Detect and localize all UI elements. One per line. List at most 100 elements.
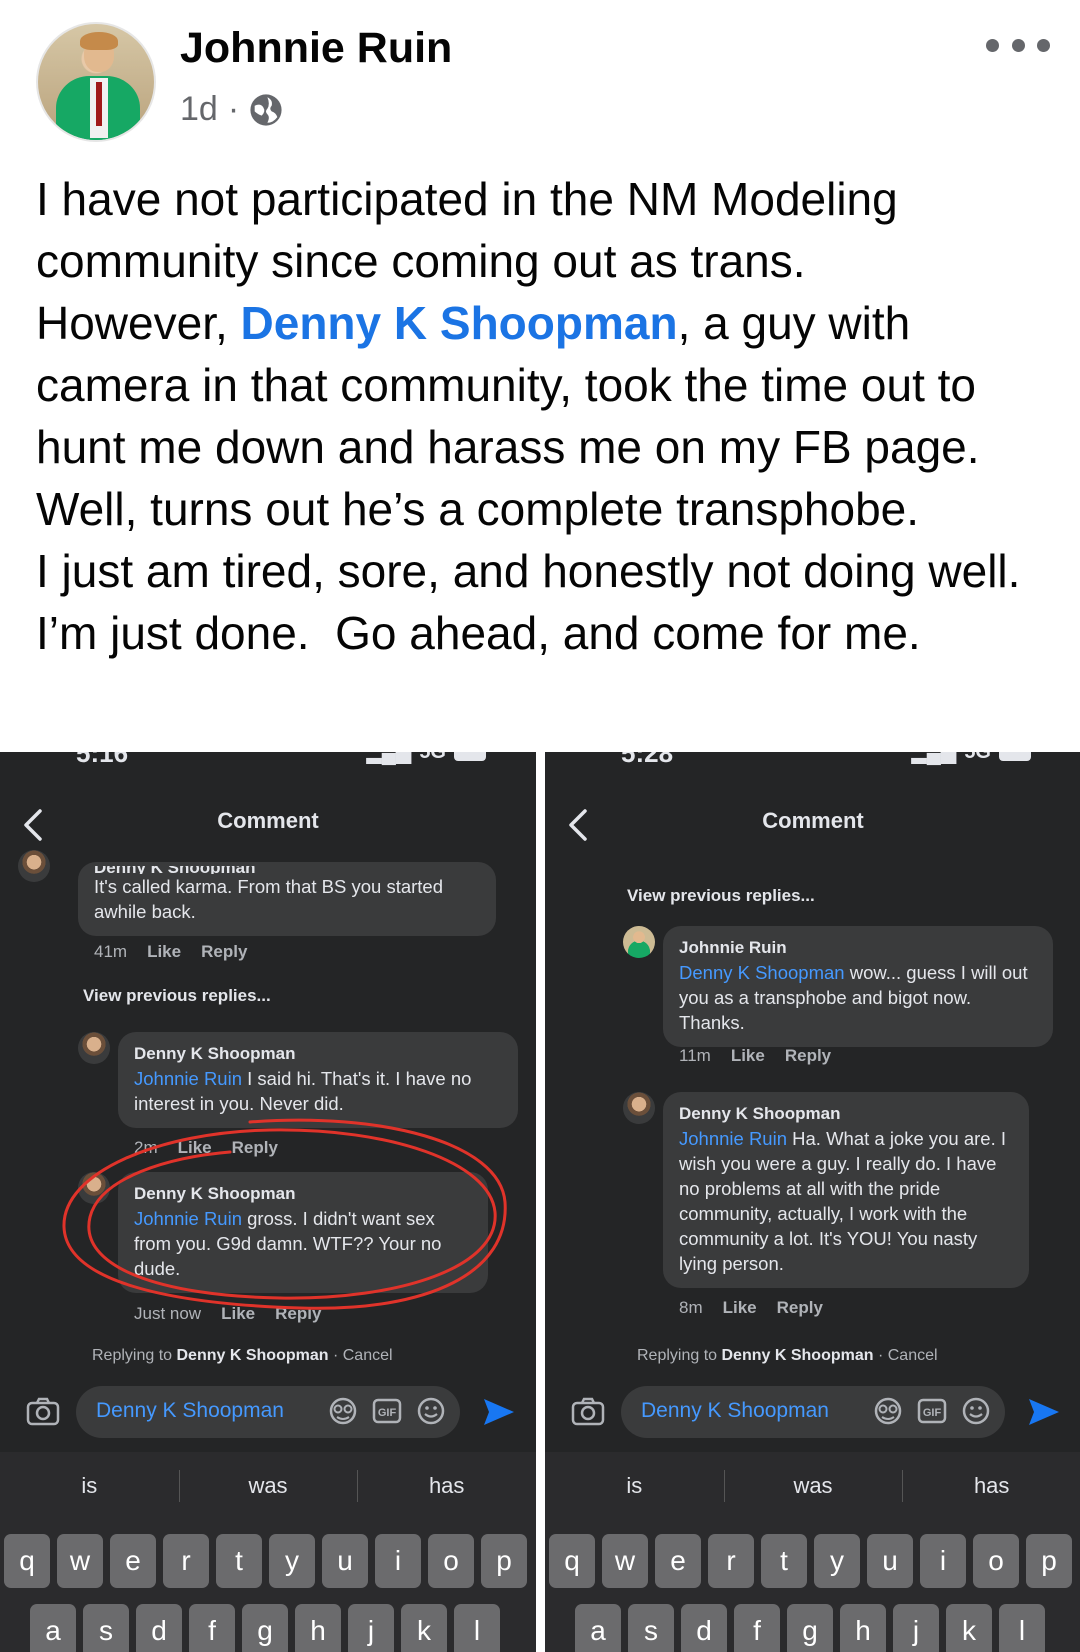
post-mention-link[interactable]: Denny K Shoopman <box>241 297 678 349</box>
key-g[interactable]: g <box>787 1604 833 1652</box>
key-e[interactable]: e <box>655 1534 701 1588</box>
key-i[interactable]: i <box>375 1534 421 1588</box>
key-r[interactable]: r <box>163 1534 209 1588</box>
key-s[interactable]: s <box>628 1604 674 1652</box>
comment-input[interactable]: Denny K Shoopman GIF <box>621 1386 1005 1438</box>
key-p[interactable]: p <box>1026 1534 1072 1588</box>
key-t[interactable]: t <box>216 1534 262 1588</box>
gif-icon[interactable]: GIF <box>372 1396 402 1426</box>
avatar[interactable] <box>623 926 655 958</box>
more-icon[interactable] <box>986 30 1050 60</box>
key-t[interactable]: t <box>761 1534 807 1588</box>
like-button[interactable]: Like <box>147 942 181 962</box>
author-avatar[interactable] <box>36 22 156 142</box>
comment-bubble[interactable]: Denny K Shoopman Johnnie Ruin Ha. What a… <box>663 1092 1029 1288</box>
reply-button[interactable]: Reply <box>777 1298 823 1318</box>
key-j[interactable]: j <box>348 1604 394 1652</box>
key-u[interactable]: u <box>322 1534 368 1588</box>
attached-screenshots[interactable]: 5:16 ▂▄▆ 5G Comment Denny K Shoopman It's… <box>0 752 1080 1652</box>
key-w[interactable]: w <box>602 1534 648 1588</box>
key-j[interactable]: j <box>893 1604 939 1652</box>
suggestion-1[interactable]: is <box>0 1452 179 1520</box>
reply-button[interactable]: Reply <box>232 1138 278 1158</box>
avatar[interactable] <box>18 850 50 882</box>
send-icon[interactable] <box>482 1396 516 1428</box>
screenshot-left[interactable]: 5:16 ▂▄▆ 5G Comment Denny K Shoopman It's… <box>0 752 536 1652</box>
post-age[interactable]: 1d <box>180 90 218 129</box>
key-s[interactable]: s <box>83 1604 129 1652</box>
key-h[interactable]: h <box>840 1604 886 1652</box>
comment-input-value[interactable]: Denny K Shoopman <box>641 1399 829 1423</box>
comment-input[interactable]: Denny K Shoopman GIF <box>76 1386 460 1438</box>
like-button[interactable]: Like <box>731 1046 765 1066</box>
key-d[interactable]: d <box>136 1604 182 1652</box>
sticker-icon[interactable] <box>328 1396 358 1426</box>
key-f[interactable]: f <box>734 1604 780 1652</box>
comment-bubble[interactable]: Denny K Shoopman It's called karma. From… <box>78 862 496 936</box>
key-g[interactable]: g <box>242 1604 288 1652</box>
like-button[interactable]: Like <box>723 1298 757 1318</box>
emoji-icon[interactable] <box>961 1396 991 1426</box>
view-previous-replies[interactable]: View previous replies... <box>83 986 271 1006</box>
send-icon[interactable] <box>1027 1396 1061 1428</box>
key-o[interactable]: o <box>428 1534 474 1588</box>
sticker-icon[interactable] <box>873 1396 903 1426</box>
comment-author[interactable]: Denny K Shoopman <box>94 866 480 874</box>
author-name[interactable]: Johnnie Ruin <box>180 24 452 73</box>
suggestion-2[interactable]: was <box>723 1452 903 1520</box>
key-y[interactable]: y <box>269 1534 315 1588</box>
like-button[interactable]: Like <box>221 1304 255 1324</box>
key-h[interactable]: h <box>295 1604 341 1652</box>
reply-button[interactable]: Reply <box>275 1304 321 1324</box>
key-q[interactable]: q <box>549 1534 595 1588</box>
key-a[interactable]: a <box>575 1604 621 1652</box>
comment-bubble[interactable]: Denny K Shoopman Johnnie Ruin gross. I d… <box>118 1172 488 1293</box>
comment-input-value[interactable]: Denny K Shoopman <box>96 1399 284 1423</box>
screenshot-right[interactable]: 5:28 ▂▄▆ 5G Comment View previous replies… <box>545 752 1080 1652</box>
like-button[interactable]: Like <box>178 1138 212 1158</box>
gif-icon[interactable]: GIF <box>917 1396 947 1426</box>
key-i[interactable]: i <box>920 1534 966 1588</box>
suggestion-3[interactable]: has <box>357 1452 536 1520</box>
key-l[interactable]: l <box>999 1604 1045 1652</box>
suggestion-1[interactable]: is <box>545 1452 724 1520</box>
key-k[interactable]: k <box>401 1604 447 1652</box>
comment-tag[interactable]: Johnnie Ruin <box>679 1128 787 1149</box>
key-u[interactable]: u <box>867 1534 913 1588</box>
comment-author[interactable]: Denny K Shoopman <box>134 1042 502 1066</box>
reply-button[interactable]: Reply <box>785 1046 831 1066</box>
key-k[interactable]: k <box>946 1604 992 1652</box>
key-q[interactable]: q <box>4 1534 50 1588</box>
suggestion-2[interactable]: was <box>178 1452 358 1520</box>
comment-author[interactable]: Denny K Shoopman <box>134 1182 472 1206</box>
comment-bubble[interactable]: Johnnie Ruin Denny K Shoopman wow... gue… <box>663 926 1053 1047</box>
key-p[interactable]: p <box>481 1534 527 1588</box>
key-o[interactable]: o <box>973 1534 1019 1588</box>
camera-icon[interactable] <box>26 1396 60 1426</box>
emoji-icon[interactable] <box>416 1396 446 1426</box>
comment-author[interactable]: Johnnie Ruin <box>679 936 1037 960</box>
comment-author[interactable]: Denny K Shoopman <box>679 1102 1013 1126</box>
key-d[interactable]: d <box>681 1604 727 1652</box>
avatar[interactable] <box>623 1092 655 1124</box>
cancel-reply-link[interactable]: · Cancel <box>874 1347 938 1364</box>
camera-icon[interactable] <box>571 1396 605 1426</box>
key-r[interactable]: r <box>708 1534 754 1588</box>
key-e[interactable]: e <box>110 1534 156 1588</box>
comment-bubble[interactable]: Denny K Shoopman Johnnie Ruin I said hi.… <box>118 1032 518 1128</box>
reply-button[interactable]: Reply <box>201 942 247 962</box>
key-y[interactable]: y <box>814 1534 860 1588</box>
key-w[interactable]: w <box>57 1534 103 1588</box>
avatar[interactable] <box>78 1172 110 1204</box>
comment-actions: Just now Like Reply <box>134 1304 321 1324</box>
key-f[interactable]: f <box>189 1604 235 1652</box>
suggestion-3[interactable]: has <box>902 1452 1080 1520</box>
comment-tag[interactable]: Johnnie Ruin <box>134 1208 242 1229</box>
key-a[interactable]: a <box>30 1604 76 1652</box>
comment-tag[interactable]: Denny K Shoopman <box>679 962 845 983</box>
key-l[interactable]: l <box>454 1604 500 1652</box>
comment-tag[interactable]: Johnnie Ruin <box>134 1068 242 1089</box>
avatar[interactable] <box>78 1032 110 1064</box>
cancel-reply-link[interactable]: · Cancel <box>329 1347 393 1364</box>
view-previous-replies[interactable]: View previous replies... <box>627 886 815 906</box>
